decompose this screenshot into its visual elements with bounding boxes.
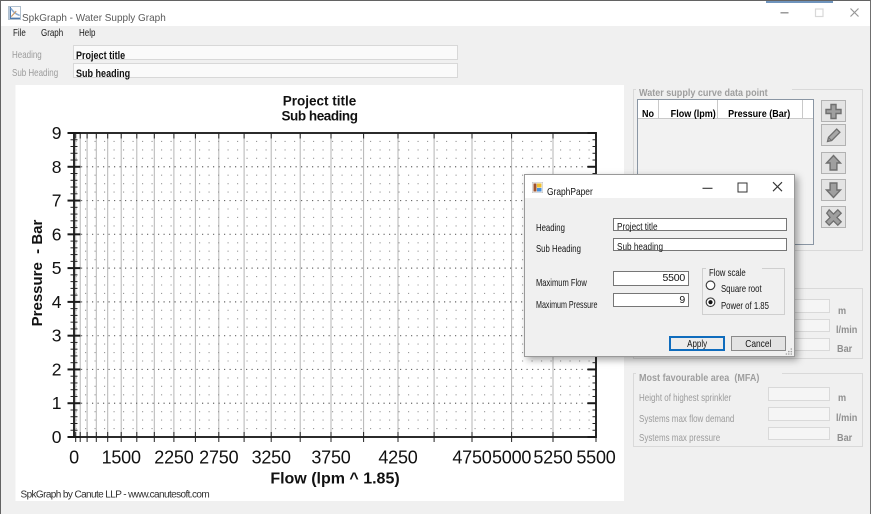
svg-text:8: 8 xyxy=(52,157,62,177)
svg-text:Project title: Project title xyxy=(283,93,357,108)
svg-text:5000: 5000 xyxy=(492,448,531,468)
svg-text:5500: 5500 xyxy=(576,448,615,468)
svg-text:1: 1 xyxy=(52,393,62,413)
svg-text:2250: 2250 xyxy=(154,448,193,468)
svg-text:3750: 3750 xyxy=(311,448,350,468)
svg-text:3250: 3250 xyxy=(252,448,291,468)
svg-text:4: 4 xyxy=(52,292,62,312)
svg-text:4250: 4250 xyxy=(378,448,417,468)
svg-text:Flow (lpm ^ 1.85): Flow (lpm ^ 1.85) xyxy=(270,471,399,488)
svg-text:6: 6 xyxy=(52,224,62,244)
svg-text:4750: 4750 xyxy=(452,448,491,468)
svg-text:Pressure - Bar: Pressure - Bar xyxy=(29,219,46,326)
svg-text:0: 0 xyxy=(69,448,79,468)
svg-text:3: 3 xyxy=(52,326,62,346)
svg-text:2750: 2750 xyxy=(199,448,238,468)
svg-text:5250: 5250 xyxy=(533,448,572,468)
svg-text:7: 7 xyxy=(52,191,62,211)
svg-text:0: 0 xyxy=(52,427,62,447)
svg-text:1500: 1500 xyxy=(102,448,141,468)
svg-text:5: 5 xyxy=(52,258,62,278)
svg-text:SpkGraph by Canute LLP - www.c: SpkGraph by Canute LLP - www.canutesoft.… xyxy=(21,489,210,500)
svg-text:2: 2 xyxy=(52,359,62,379)
svg-text:9: 9 xyxy=(52,123,62,143)
svg-text:Sub heading: Sub heading xyxy=(281,108,357,123)
